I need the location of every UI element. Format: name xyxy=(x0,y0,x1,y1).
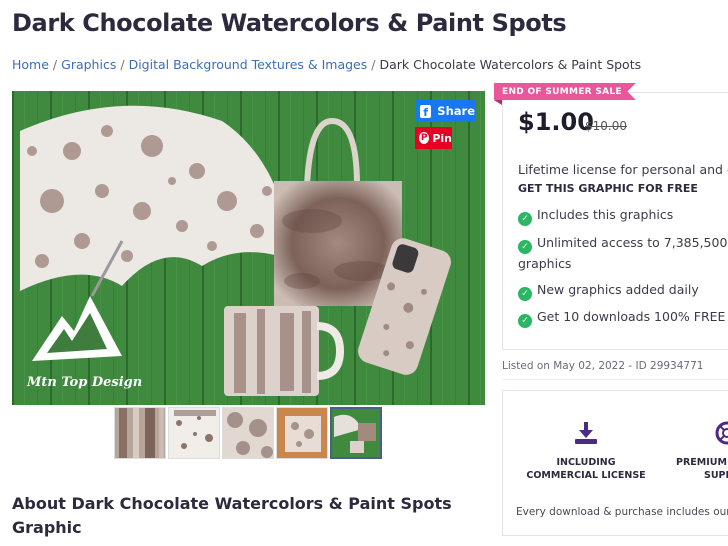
check-icon: ✓ xyxy=(518,314,532,328)
brand-logo-text: Mtn Top Design xyxy=(27,375,143,390)
breadcrumb-graphics[interactable]: Graphics xyxy=(61,57,116,72)
download-icon xyxy=(575,422,597,444)
divider xyxy=(502,379,728,380)
sale-ribbon: END OF SUMMER SALE xyxy=(494,83,636,100)
feature-item: ✓ Get 10 downloads 100% FREE xyxy=(518,307,728,328)
pin-label: Pin xyxy=(432,131,452,145)
thumbnail-active[interactable] xyxy=(330,407,382,459)
pinterest-pin-button[interactable]: P Pin xyxy=(415,127,452,149)
ribbon-fold xyxy=(494,100,502,105)
check-icon: ✓ xyxy=(518,287,532,301)
thumbnail[interactable] xyxy=(276,407,328,459)
pinterest-icon: P xyxy=(419,132,430,144)
thumbnail[interactable] xyxy=(114,407,166,459)
about-heading: About Dark Chocolate Watercolors & Paint… xyxy=(12,494,452,537)
page-title: Dark Chocolate Watercolors & Paint Spots xyxy=(12,9,567,37)
feature-text: Get 10 downloads 100% FREE xyxy=(537,309,726,324)
feature-text: Unlimited access to 7,385,500 graphics xyxy=(518,235,728,271)
breadcrumb-current: Dark Chocolate Watercolors & Paint Spots xyxy=(379,57,642,72)
commercial-license-label: INCLUDING COMMERCIAL LICENSE xyxy=(526,457,646,481)
thumbnail-strip xyxy=(114,407,382,459)
premium-support-label: PREMIUM T SUPP xyxy=(676,456,728,482)
original-price: $10.00 xyxy=(585,119,627,133)
breadcrumb-separator: / xyxy=(371,57,376,72)
facebook-share-button[interactable]: f Share xyxy=(415,100,475,122)
thumbnail[interactable] xyxy=(222,407,274,459)
feature-item: ✓ Includes this graphics xyxy=(518,205,728,226)
free-graphic-link[interactable]: GET THIS GRAPHIC FOR FREE xyxy=(518,182,698,195)
breadcrumb-home[interactable]: Home xyxy=(12,57,49,72)
feature-item: ✓ New graphics added daily xyxy=(518,280,728,301)
breadcrumb-backgrounds[interactable]: Digital Background Textures & Images xyxy=(129,57,368,72)
listing-info: Listed on May 02, 2022 - ID 29934771 xyxy=(502,360,704,372)
feature-text: Includes this graphics xyxy=(537,207,674,222)
facebook-icon: f xyxy=(420,104,432,118)
check-icon: ✓ xyxy=(518,212,532,226)
breadcrumb: Home / Graphics / Digital Background Texture… xyxy=(12,57,641,72)
share-label: Share xyxy=(437,104,475,118)
license-description: Lifetime license for personal and co xyxy=(518,162,728,177)
premium-line: PREMIUM T xyxy=(676,457,728,468)
purchase-note: Every download & purchase includes our c… xyxy=(516,506,728,518)
thumbnail[interactable] xyxy=(168,407,220,459)
current-price: $1.00 xyxy=(518,108,594,136)
breadcrumb-separator: / xyxy=(120,57,125,72)
support-icon xyxy=(715,421,728,445)
feature-text: New graphics added daily xyxy=(537,282,699,297)
check-icon: ✓ xyxy=(518,240,532,254)
feature-item: ✓ Unlimited access to 7,385,500 graphics xyxy=(518,233,728,274)
premium-line: SUPP xyxy=(704,470,728,481)
breadcrumb-separator: / xyxy=(52,57,58,72)
